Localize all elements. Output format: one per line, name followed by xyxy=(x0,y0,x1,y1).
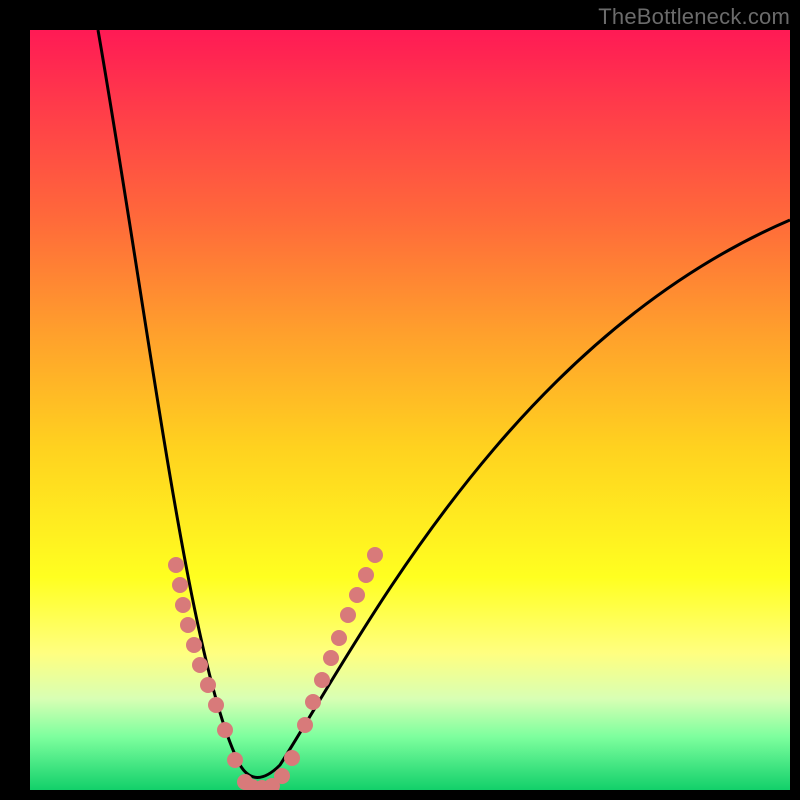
marker-dot xyxy=(323,650,339,666)
marker-dot xyxy=(305,694,321,710)
watermark-text: TheBottleneck.com xyxy=(598,4,790,30)
chart-svg xyxy=(30,30,790,790)
marker-dot xyxy=(208,697,224,713)
marker-dot xyxy=(367,547,383,563)
marker-dot xyxy=(340,607,356,623)
marker-dot xyxy=(172,577,188,593)
marker-dot xyxy=(314,672,330,688)
marker-dot xyxy=(168,557,184,573)
marker-dot xyxy=(358,567,374,583)
marker-dot xyxy=(186,637,202,653)
marker-dot xyxy=(192,657,208,673)
marker-dot xyxy=(284,750,300,766)
marker-dot xyxy=(297,717,313,733)
marker-dot xyxy=(331,630,347,646)
marker-dot xyxy=(180,617,196,633)
marker-group xyxy=(168,547,383,790)
marker-dot xyxy=(227,752,243,768)
marker-dot xyxy=(349,587,365,603)
marker-dot xyxy=(274,768,290,784)
marker-dot xyxy=(200,677,216,693)
marker-dot xyxy=(217,722,233,738)
chart-frame xyxy=(30,30,790,790)
marker-dot xyxy=(175,597,191,613)
